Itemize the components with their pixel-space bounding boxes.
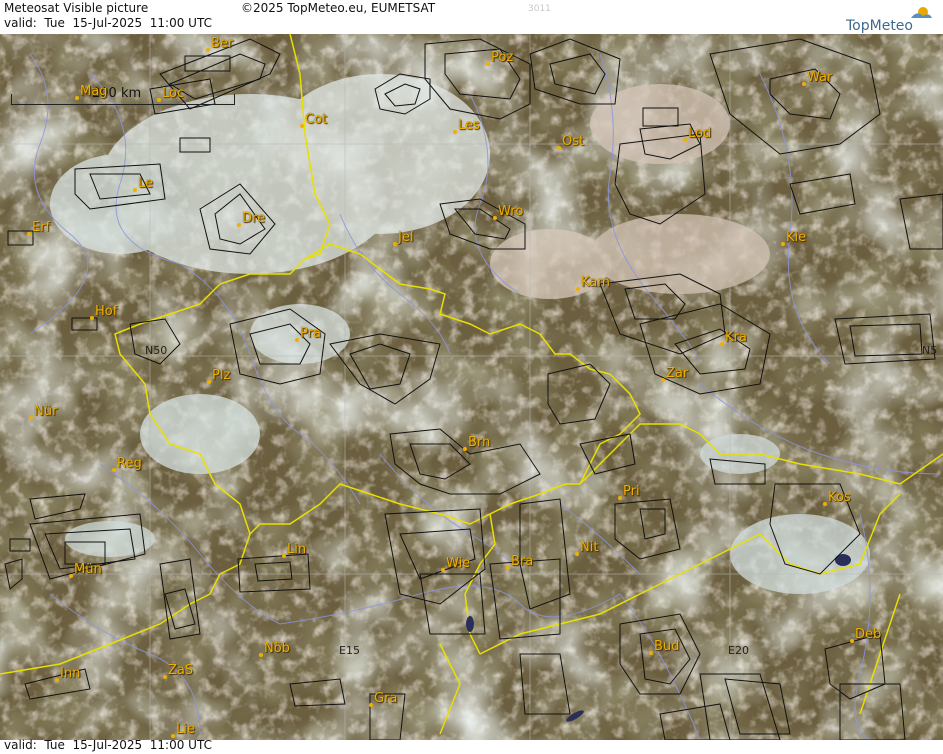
footer-bar: valid: Tue 15-Jul-2025 11:00 UTC: [0, 738, 943, 754]
city-label: Lod: [688, 126, 712, 141]
city-label: Brn: [468, 435, 491, 450]
scale-bar: [11, 94, 235, 105]
city-marker: [506, 566, 510, 570]
city-marker: [207, 380, 211, 384]
grid-coordinate-label: E20: [728, 644, 749, 657]
city-label: Erf: [32, 220, 51, 235]
city-label: Lin: [287, 542, 307, 557]
city-marker: [557, 146, 561, 150]
city-marker: [802, 82, 806, 86]
city-marker: [237, 223, 241, 227]
station-id: 3011: [528, 4, 551, 14]
city-label: Pri: [623, 484, 640, 499]
city-label: Wro: [498, 204, 524, 219]
city-marker: [486, 62, 490, 66]
footer-valid-time: valid: Tue 15-Jul-2025 11:00 UTC: [4, 738, 212, 752]
city-marker: [393, 242, 397, 246]
city-label: Reg: [117, 456, 142, 471]
city-marker: [369, 703, 373, 707]
city-marker: [649, 651, 653, 655]
city-marker: [575, 552, 579, 556]
city-marker: [27, 232, 31, 236]
city-marker: [295, 338, 299, 342]
map-title: Meteosat Visible picture: [4, 1, 149, 15]
city-marker: [29, 416, 33, 420]
city-marker: [300, 124, 304, 128]
city-marker: [683, 138, 687, 142]
grid-coordinate-label: N50: [145, 344, 168, 357]
city-label: Kie: [786, 230, 807, 245]
city-marker: [463, 447, 467, 451]
city-marker: [781, 242, 785, 246]
map-window: Meteosat Visible picture valid: Tue 15-J…: [0, 0, 943, 754]
copyright: ©2025 TopMeteo.eu, EUMETSAT: [241, 1, 436, 15]
city-label: Bra: [511, 554, 534, 569]
city-label: Dre: [242, 211, 266, 226]
city-label: Nit: [580, 540, 599, 555]
city-marker: [112, 468, 116, 472]
grid-coordinate-label: E15: [339, 644, 360, 657]
city-marker: [259, 653, 263, 657]
city-marker: [720, 342, 724, 346]
logo-text: TopMeteo: [846, 18, 913, 34]
city-label: Mün: [74, 562, 102, 577]
valid-time: valid: Tue 15-Jul-2025 11:00 UTC: [4, 16, 212, 30]
city-label: Poz: [491, 50, 514, 65]
city-label: ZaS: [168, 663, 194, 678]
city-label: Mag: [80, 84, 108, 99]
city-label: Cot: [305, 112, 328, 127]
city-marker: [206, 48, 210, 52]
city-label: Loc: [162, 86, 185, 101]
city-marker: [661, 378, 665, 382]
city-label: Ber: [211, 36, 234, 51]
city-label: Zar: [666, 366, 689, 381]
city-label: Pra: [300, 326, 321, 341]
city-label: Jel: [398, 230, 414, 245]
city-label: Kra: [725, 330, 747, 345]
satellite-map[interactable]: 200 km Ber Mag Loc Cot Poz Les Ost Lod War Le Dre E…: [0, 34, 943, 740]
city-label: Les: [458, 118, 480, 133]
topmeteo-logo[interactable]: TopMeteo: [839, 4, 935, 34]
city-label: Le: [138, 176, 154, 191]
city-marker: [55, 678, 59, 682]
city-label: Bud: [654, 639, 680, 654]
grid-coordinate-label: N5: [922, 344, 938, 357]
city-marker: [69, 574, 73, 578]
city-marker: [823, 502, 827, 506]
header-bar: Meteosat Visible picture valid: Tue 15-J…: [0, 0, 943, 34]
city-label: Gra: [374, 691, 398, 706]
city-marker: [453, 130, 457, 134]
city-marker: [576, 287, 580, 291]
city-marker: [441, 568, 445, 572]
city-label: Kos: [828, 490, 851, 505]
city-label: Plz: [212, 368, 231, 383]
city-label: Wie: [446, 556, 471, 571]
city-label: Nür: [34, 404, 58, 419]
city-label: Ost: [562, 134, 585, 149]
city-label: Deb: [855, 627, 882, 642]
city-marker: [850, 639, 854, 643]
city-label: Hof: [95, 304, 118, 319]
city-marker: [618, 496, 622, 500]
city-marker: [90, 316, 94, 320]
city-label: Kam: [581, 275, 610, 290]
city-label: Nöb: [264, 641, 290, 656]
city-marker: [493, 216, 497, 220]
city-label: Lie: [176, 722, 195, 737]
city-marker: [282, 554, 286, 558]
city-marker: [157, 98, 161, 102]
city-label: War: [807, 70, 833, 85]
city-marker: [75, 96, 79, 100]
city-marker: [163, 675, 167, 679]
city-marker: [133, 188, 137, 192]
city-label: Inn: [60, 666, 81, 681]
